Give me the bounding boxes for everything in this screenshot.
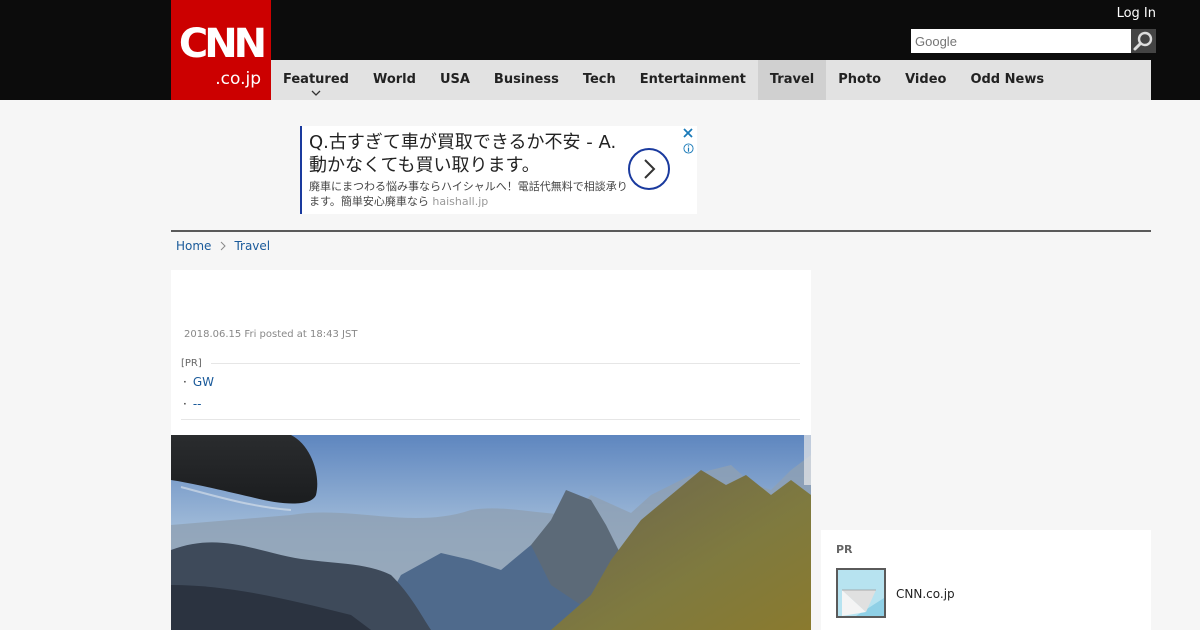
nav-item-entertainment[interactable]: Entertainment [628, 60, 758, 100]
search-icon [1133, 31, 1153, 51]
article-dateline: 2018.06.15 Fri posted at 18:43 JST [184, 329, 358, 340]
main-nav: Featured World USA Business Tech Enterta… [271, 60, 1151, 100]
nav-item-featured[interactable]: Featured [271, 60, 361, 100]
nav-item-travel[interactable]: Travel [757, 60, 827, 100]
nav-item-photo[interactable]: Photo [826, 60, 893, 100]
bullet: · [183, 375, 187, 389]
ad-description: 廃車にまつわる悩み事ならハイシャルへ！電話代無料で相談承ります。簡単安心廃車なら… [309, 179, 629, 209]
ad-banner[interactable]: Q.古すぎて車が買取できるか不安 - A.動かなくても買い取ります。 廃車にまつ… [300, 126, 697, 214]
search-button[interactable] [1131, 29, 1156, 53]
logo-cojp-text: .co.jp [215, 69, 261, 89]
nav-item-label: Featured [283, 72, 349, 87]
top-bar: CNN .co.jp Log In Featured World USA Bus… [0, 0, 1200, 100]
pr-label: [PR] [181, 358, 202, 369]
nav-item-video[interactable]: Video [893, 60, 958, 100]
ad-headline[interactable]: Q.古すぎて車が買取できるか不安 - A.動かなくても買い取ります。 [309, 131, 619, 177]
login-link[interactable]: Log In [1110, 6, 1156, 22]
close-icon[interactable] [682, 127, 694, 139]
sidebar-item-label[interactable]: CNN.co.jp [896, 587, 955, 601]
article-card: 2018.06.15 Fri posted at 18:43 JST [PR] … [171, 270, 811, 630]
pr-divider [211, 363, 800, 364]
nav-item-label: Travel [769, 72, 815, 87]
breadcrumb: Home Travel [176, 238, 270, 254]
nav-item-label: Entertainment [639, 72, 746, 87]
section-divider [171, 230, 1151, 232]
ad-arrow-button[interactable] [628, 148, 670, 190]
sidebar-pr-label: PR [836, 543, 853, 556]
info-icon[interactable] [683, 143, 694, 154]
nav-item-label: Odd News [970, 72, 1045, 87]
chevron-right-icon [644, 159, 656, 179]
nav-item-label: Business [493, 72, 559, 87]
nav-item-odd-news[interactable]: Odd News [958, 60, 1056, 100]
sidebar-pr-card: PR CNN.co.jp [821, 530, 1151, 630]
nav-item-label: Tech [582, 72, 616, 87]
chevron-down-icon [311, 90, 321, 96]
nav-item-usa[interactable]: USA [428, 60, 482, 100]
search-input[interactable] [911, 29, 1131, 53]
chevron-right-icon [221, 241, 227, 251]
pr-link-dash[interactable]: -- [193, 397, 202, 411]
pr-link-gw[interactable]: GW [193, 375, 214, 389]
nav-item-label: Photo [838, 72, 882, 87]
nav-item-label: World [372, 72, 416, 87]
breadcrumb-home[interactable]: Home [176, 238, 211, 254]
pr-divider-bottom [181, 419, 800, 420]
article-photo [171, 435, 811, 630]
cnn-logo[interactable]: CNN .co.jp [171, 0, 271, 100]
nav-item-business[interactable]: Business [482, 60, 571, 100]
logo-cnn-text: CNN [178, 21, 267, 67]
ad-domain[interactable]: haishall.jp [432, 195, 488, 208]
nav-item-label: USA [439, 72, 470, 87]
nav-item-label: Video [905, 72, 947, 87]
nav-item-tech[interactable]: Tech [571, 60, 628, 100]
mail-icon[interactable] [836, 568, 886, 618]
nav-item-world[interactable]: World [361, 60, 428, 100]
pr-list-item: · -- [183, 397, 202, 411]
breadcrumb-travel[interactable]: Travel [234, 238, 270, 254]
bullet: · [183, 397, 187, 411]
pr-list-item: · GW [183, 375, 214, 389]
